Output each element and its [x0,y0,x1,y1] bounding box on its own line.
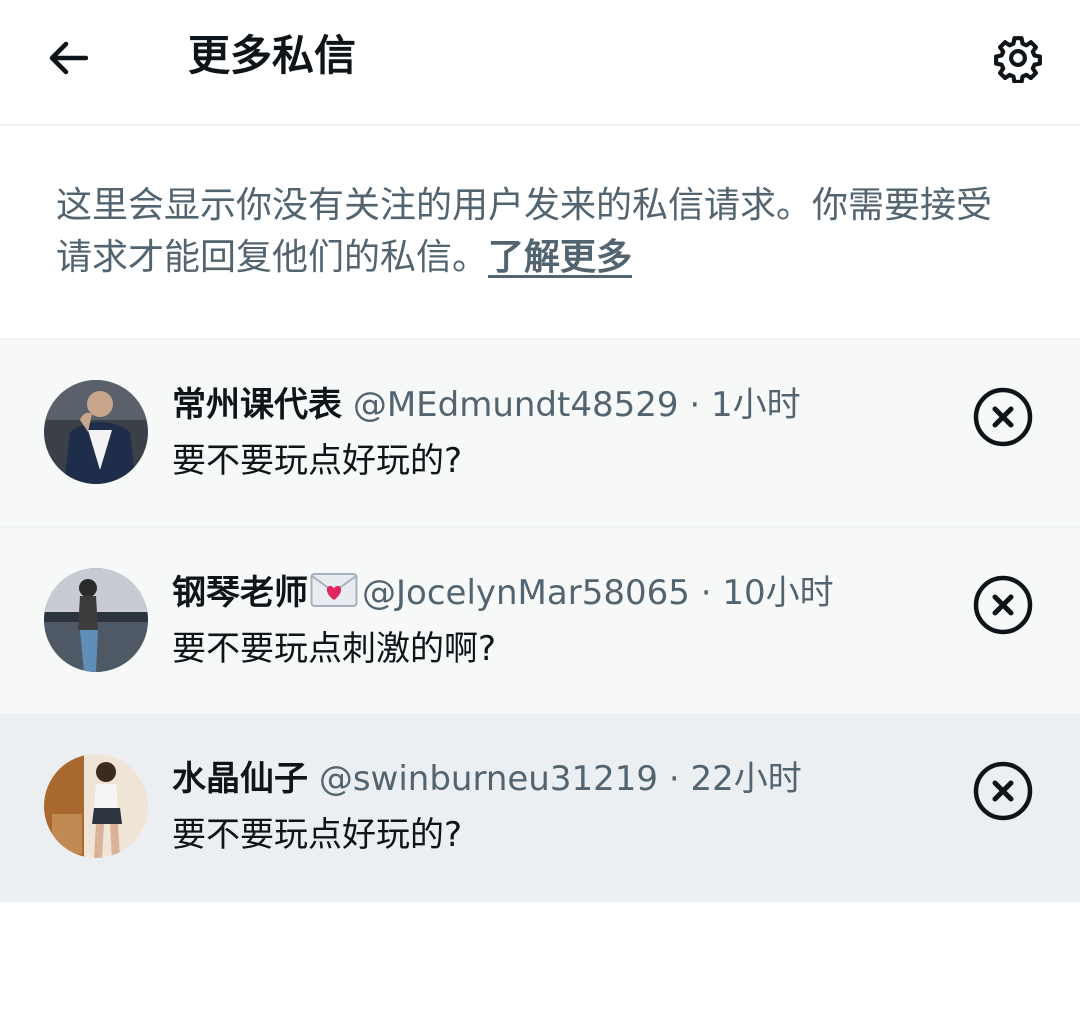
close-circle-icon [973,575,1033,635]
request-header: 常州课代表 @MEdmundt48529 · 1小时 [172,380,940,430]
gear-icon [994,36,1042,83]
avatar[interactable] [44,380,148,484]
separator-dot: · [668,759,680,799]
timestamp: 10小时 [722,573,834,613]
separator-dot: · [700,573,712,613]
request-header: 钢琴老师 @JocelynMar58065 · 10小时 [172,568,940,618]
message-preview: 要不要玩点刺激的啊? [172,629,497,669]
message-request-row[interactable]: 水晶仙子 @swinburneu31219 · 22小时 要不要玩点好玩的? [0,714,1080,902]
sender-handle: @swinburneu31219 [318,759,659,799]
learn-more-link[interactable]: 了解更多 [488,237,632,278]
message-preview: 要不要玩点好玩的? [172,815,463,855]
sender-name: 钢琴老师 [172,573,308,613]
timestamp: 22小时 [690,759,802,799]
dismiss-request-button[interactable] [970,384,1036,450]
top-app-bar: 更多私信 [0,0,1080,126]
settings-button[interactable] [986,26,1050,90]
sender-name: 水晶仙子 [172,759,308,799]
requests-notice: 这里会显示你没有关注的用户发来的私信请求。你需要接受请求才能回复他们的私信。了解… [0,126,1080,338]
message-request-row[interactable]: 钢琴老师 @JocelynMar58065 · 10小时 要不要玩点刺激的啊? [0,526,1080,714]
dismiss-request-button[interactable] [970,758,1036,824]
arrow-left-icon [49,41,88,75]
separator-dot: · [689,385,701,425]
avatar[interactable] [44,568,148,672]
back-button[interactable] [36,28,100,88]
message-preview: 要不要玩点好玩的? [172,441,463,481]
timestamp: 1小时 [710,385,801,425]
close-circle-icon [973,387,1033,447]
love-letter-icon [310,573,358,607]
request-header: 水晶仙子 @swinburneu31219 · 22小时 [172,754,940,804]
sender-handle: @MEdmundt48529 [352,385,679,425]
dismiss-request-button[interactable] [970,572,1036,638]
message-requests-screen: 更多私信 这里会显示你没有关注的用户发来的私信请求。你需要接受请求才能回复他们的… [0,0,1080,1028]
message-request-row[interactable]: 常州课代表 @MEdmundt48529 · 1小时 要不要玩点好玩的? [0,338,1080,526]
close-circle-icon [973,761,1033,821]
avatar[interactable] [44,754,148,858]
sender-name: 常州课代表 [172,385,342,425]
sender-handle: @JocelynMar58065 [362,573,690,613]
page-title: 更多私信 [188,31,357,80]
